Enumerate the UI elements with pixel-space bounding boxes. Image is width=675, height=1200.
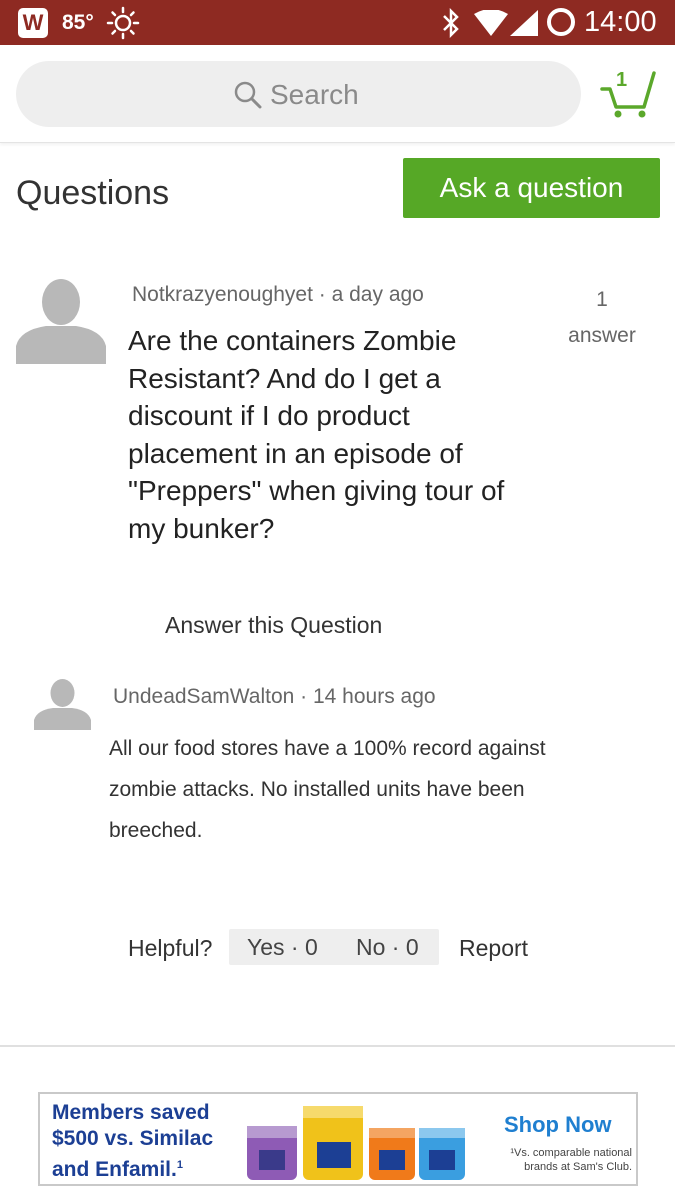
ad-banner[interactable]: Members saved $500 vs. Similac and Enfam… <box>38 1092 638 1186</box>
vote-no-button[interactable]: No · 0 <box>356 934 419 961</box>
cell-signal-icon <box>510 10 538 36</box>
answer-this-question-link[interactable]: Answer this Question <box>165 612 382 639</box>
status-bar: W 85° 14:00 <box>0 0 675 45</box>
wifi-icon <box>474 10 508 36</box>
ad-headline-line-1: Members saved <box>52 1101 210 1124</box>
ad-headline-line-2: $500 vs. Similac <box>52 1127 214 1150</box>
app-header: Search 1 <box>0 45 675 143</box>
report-link[interactable]: Report <box>459 935 528 962</box>
battery-ring-icon <box>547 8 575 36</box>
clock: 14:00 <box>584 6 657 38</box>
answer-author-avatar <box>34 679 91 730</box>
answer-age: · 14 hours ago <box>294 685 436 708</box>
helpful-label: Helpful? <box>128 935 213 961</box>
search-icon <box>234 81 262 109</box>
answer-text: All our food stores have a 100% record a… <box>109 737 546 842</box>
answer-count[interactable]: 1 answer <box>556 282 648 354</box>
search-bar[interactable]: Search <box>16 61 581 127</box>
bluetooth-icon <box>443 8 459 38</box>
question-author-avatar <box>16 279 106 364</box>
question-meta: Notkrazyenoughyet · a day ago <box>132 283 424 307</box>
temperature: 85° <box>62 11 94 34</box>
question-author[interactable]: Notkrazyenoughyet <box>132 283 313 306</box>
formula-products-image <box>247 1106 465 1180</box>
vote-yes-button[interactable]: Yes · 0 <box>247 934 318 961</box>
section-divider <box>0 1045 675 1047</box>
ad-fine-print: ¹Vs. comparable national brands at Sam's… <box>510 1147 632 1173</box>
ad-headline-line-3-text: and Enfamil. <box>52 1158 177 1181</box>
answer-count-label: answer <box>568 324 636 347</box>
search-placeholder: Search <box>270 79 359 110</box>
answer-author[interactable]: UndeadSamWalton <box>113 685 294 708</box>
page-title: Questions <box>16 174 170 212</box>
ad-footnote-marker: 1 <box>176 1159 183 1171</box>
sun-icon <box>106 6 140 40</box>
answer-count-number: 1 <box>596 288 608 311</box>
cart-icon <box>600 71 656 118</box>
vote-box: Yes · 0 No · 0 <box>229 929 439 965</box>
answer-meta: UndeadSamWalton · 14 hours ago <box>113 685 436 709</box>
ad-headline: Members saved $500 vs. Similac and Enfam… <box>52 1100 242 1183</box>
cart-button[interactable]: 1 <box>600 69 660 119</box>
search-content: Search <box>234 78 359 112</box>
question-text: Are the containers Zombie Resistant? And… <box>128 325 505 544</box>
ad-headline-line-3: and Enfamil.1 <box>52 1152 242 1183</box>
ad-shop-now-cta[interactable]: Shop Now <box>504 1112 612 1138</box>
ask-question-button[interactable]: Ask a question <box>403 158 660 218</box>
app-badge-icon: W <box>18 8 48 38</box>
cart-count-badge: 1 <box>616 69 628 91</box>
question-age: · a day ago <box>312 283 424 306</box>
